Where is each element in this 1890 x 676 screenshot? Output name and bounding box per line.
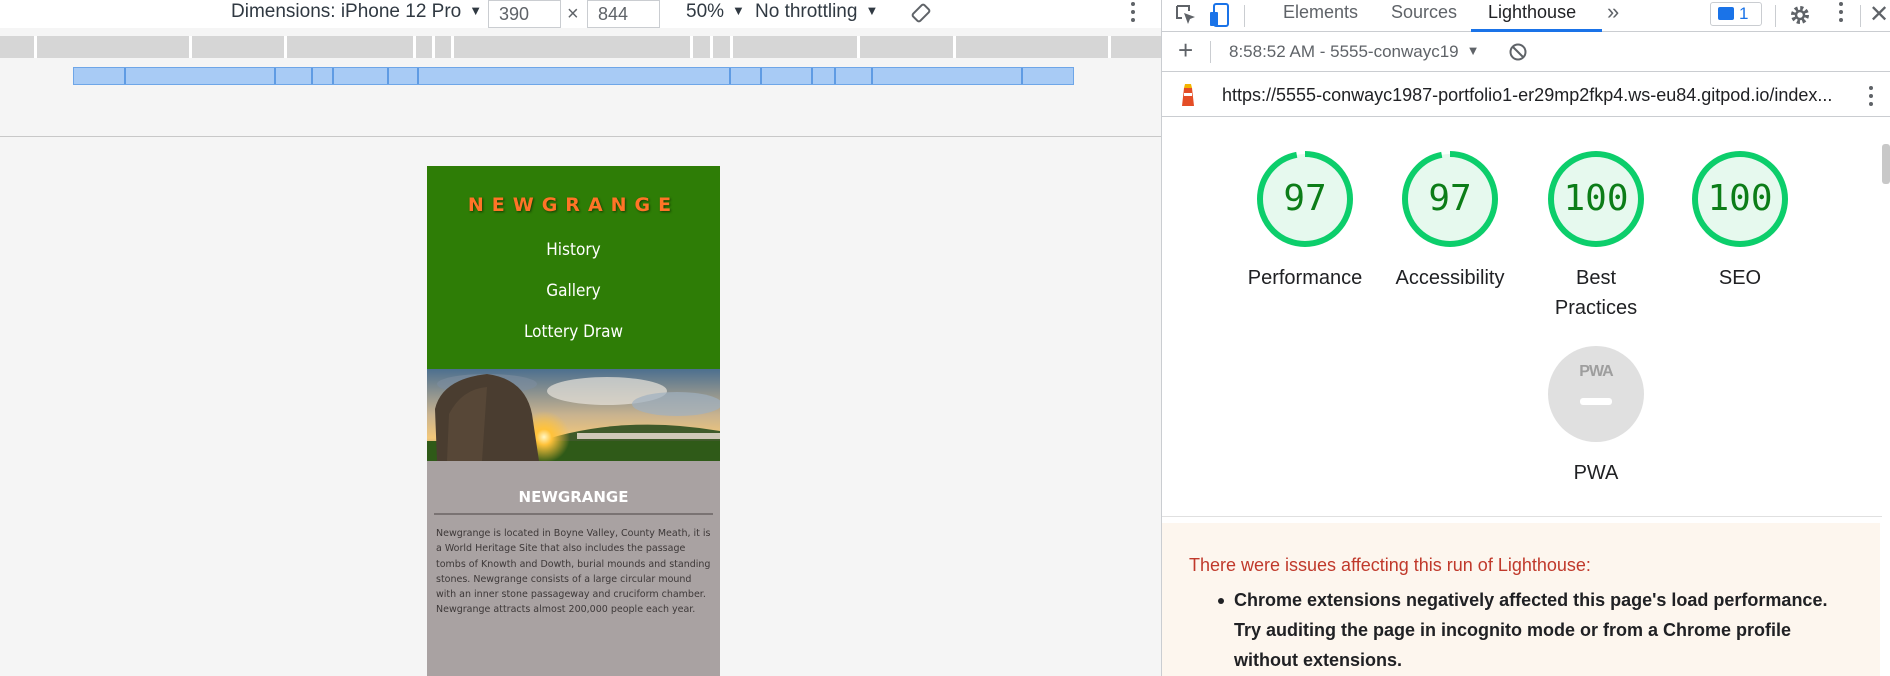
bullet-icon: [1218, 598, 1224, 604]
kebab-icon[interactable]: [1130, 2, 1136, 26]
rotate-icon[interactable]: [910, 2, 932, 30]
close-icon[interactable]: ✕: [1869, 0, 1889, 29]
tab-lighthouse[interactable]: Lighthouse: [1488, 2, 1576, 23]
messages-icon: [1718, 7, 1734, 20]
score-value: 97: [1283, 178, 1327, 219]
device-dimensions-label: Dimensions: iPhone 12 Pro: [231, 1, 462, 22]
warning-box: There were issues affecting this run of …: [1162, 523, 1880, 676]
device-emulation-pane: Dimensions: iPhone 12 Pro ▼ × 50% ▼ No thr…: [0, 0, 1161, 676]
throttling-label: No throttling: [755, 1, 858, 22]
kebab-icon[interactable]: [1868, 86, 1874, 110]
score-value: 100: [1707, 178, 1773, 219]
score-gauge-pwa[interactable]: PWA PWA: [1521, 345, 1671, 488]
report-select-label: 8:58:52 AM - 5555-conwayc19: [1229, 42, 1459, 61]
score-value: 97: [1428, 178, 1472, 219]
messages-count: 1: [1739, 4, 1749, 23]
more-tabs-icon[interactable]: »: [1607, 0, 1619, 25]
score-label: Best Practices: [1554, 267, 1638, 319]
dropdown-icon: ▼: [865, 3, 879, 18]
score-gauge-performance[interactable]: 97 Performance: [1230, 150, 1380, 293]
dropdown-icon: ▼: [732, 3, 745, 18]
score-gauge-best-practices[interactable]: 100 Best Practices: [1521, 150, 1671, 323]
breakpoint-ruler[interactable]: [73, 67, 1074, 85]
url-bar: https://5555-conwayc1987-portfolio1-er29…: [1162, 73, 1890, 117]
section-text: Newgrange is located in Boyne Valley, Co…: [436, 528, 711, 616]
gear-icon[interactable]: [1788, 3, 1812, 32]
inspect-icon[interactable]: [1174, 3, 1198, 32]
divider: [0, 136, 1161, 137]
score-label: Accessibility: [1395, 267, 1505, 289]
zoom-select[interactable]: 50% ▼: [686, 1, 745, 23]
score-gauge-seo[interactable]: 100 SEO: [1665, 150, 1815, 293]
lighthouse-toolbar: + 8:58:52 AM - 5555-conwayc19 ▼: [1162, 32, 1890, 72]
report-select[interactable]: 8:58:52 AM - 5555-conwayc19 ▼: [1229, 42, 1480, 62]
device-toggle-icon[interactable]: [1208, 2, 1232, 33]
dropdown-icon: ▼: [469, 3, 483, 18]
section-divider: [434, 513, 713, 515]
zoom-label: 50%: [686, 1, 725, 22]
site-header: NEWGRANGE History Gallery Lottery Draw: [427, 166, 720, 369]
device-height-input[interactable]: [587, 0, 660, 28]
times-symbol: ×: [567, 3, 579, 25]
kebab-icon[interactable]: [1838, 2, 1844, 26]
nav-link-lottery-draw[interactable]: Lottery Draw: [427, 322, 720, 342]
scrollbar[interactable]: [1882, 144, 1890, 184]
nav-link-history[interactable]: History: [427, 240, 720, 260]
tab-sources[interactable]: Sources: [1391, 2, 1457, 23]
divider: [1162, 516, 1882, 517]
score-label: PWA: [1573, 462, 1619, 484]
messages-badge[interactable]: 1: [1710, 2, 1762, 26]
device-toolbar: Dimensions: iPhone 12 Pro ▼ × 50% ▼ No thr…: [0, 0, 1161, 28]
hero-image: [427, 369, 720, 461]
score-value: 100: [1563, 178, 1629, 219]
warning-title: There were issues affecting this run of …: [1189, 555, 1591, 575]
emulated-page: NEWGRANGE History Gallery Lottery Draw N…: [427, 166, 720, 676]
throttling-select[interactable]: No throttling ▼: [755, 1, 878, 23]
media-query-ruler[interactable]: [0, 36, 1161, 58]
clear-icon[interactable]: [1508, 42, 1528, 67]
device-dimensions-select[interactable]: Dimensions: iPhone 12 Pro ▼: [231, 1, 482, 23]
section-title: NEWGRANGE: [518, 488, 629, 506]
devtools-panel: Elements Sources Lighthouse » 1 ✕ + 8:58…: [1162, 0, 1890, 676]
audited-url[interactable]: https://5555-conwayc1987-portfolio1-er29…: [1222, 85, 1832, 106]
site-brand[interactable]: NEWGRANGE: [427, 194, 720, 216]
pwa-badge-text: PWA: [1579, 363, 1613, 380]
warning-item: Chrome extensions negatively affected th…: [1234, 590, 1828, 670]
score-gauge-accessibility[interactable]: 97 Accessibility: [1375, 150, 1525, 293]
dropdown-icon: ▼: [1466, 43, 1480, 58]
lighthouse-icon: [1177, 82, 1199, 113]
devtools-tab-bar: Elements Sources Lighthouse » 1 ✕: [1162, 0, 1890, 32]
score-label: Performance: [1247, 267, 1363, 289]
tab-elements[interactable]: Elements: [1283, 2, 1358, 23]
score-label: SEO: [1718, 267, 1762, 289]
nav-link-gallery[interactable]: Gallery: [427, 281, 720, 301]
add-icon[interactable]: +: [1178, 35, 1193, 66]
device-width-input[interactable]: [488, 0, 561, 28]
lighthouse-report: 97 Performance 97 Accessibility 100 Best…: [1162, 118, 1890, 676]
